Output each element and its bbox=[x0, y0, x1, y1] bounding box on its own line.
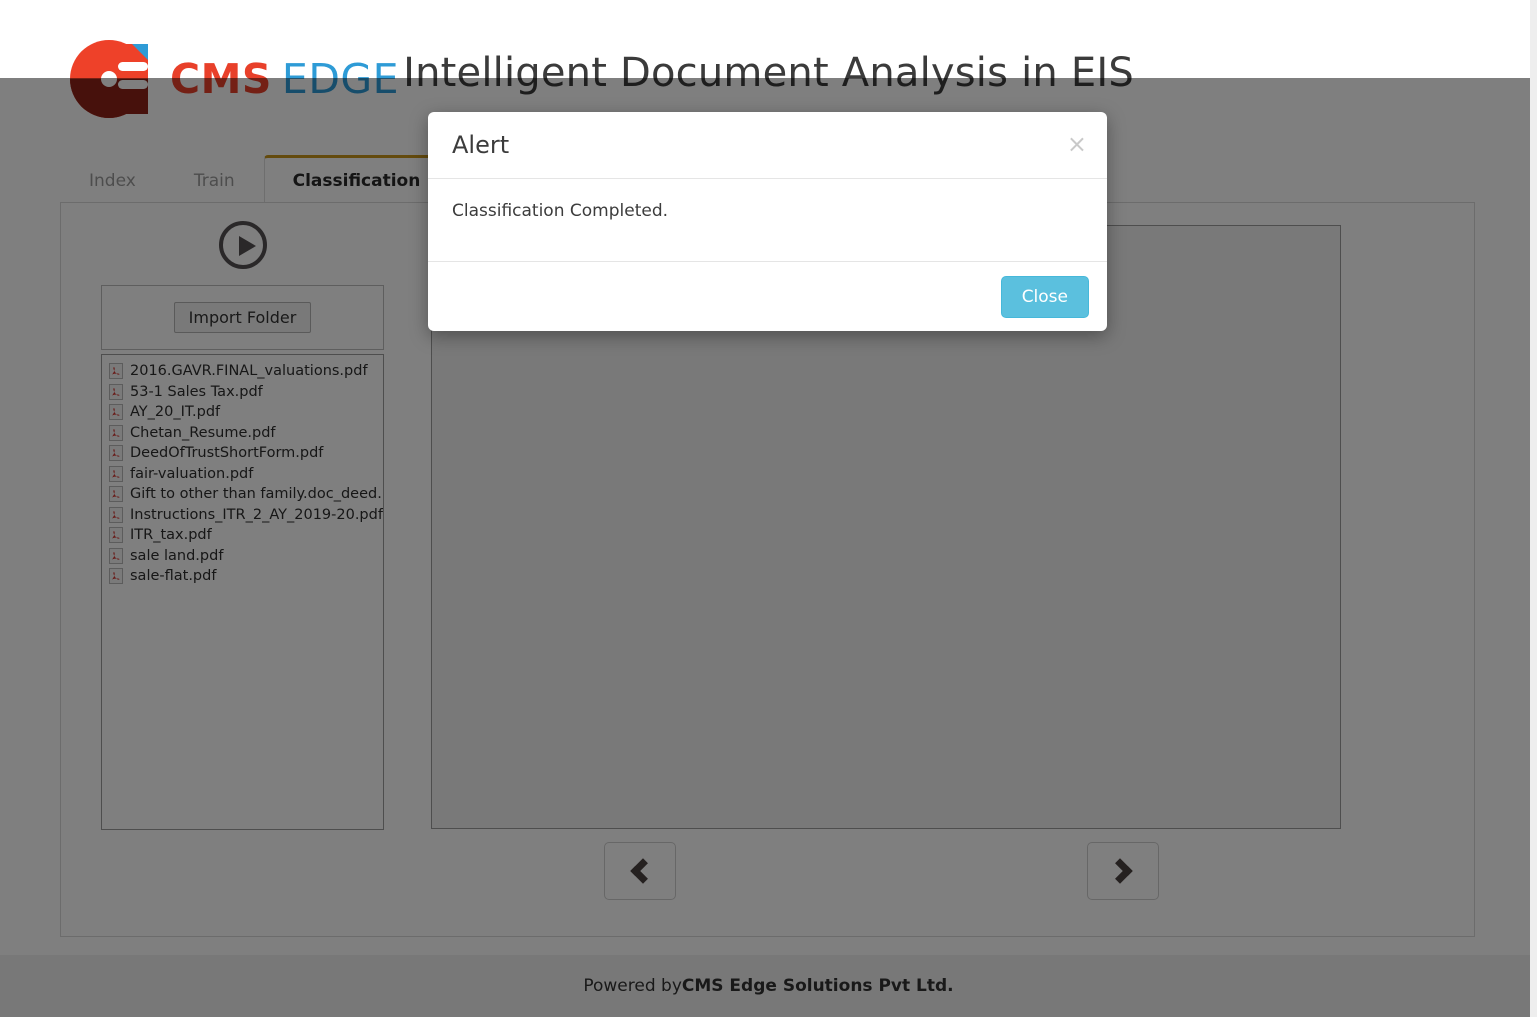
scrollbar-gutter[interactable] bbox=[1530, 0, 1537, 1017]
alert-modal: Alert × Classification Completed. Close bbox=[428, 112, 1107, 331]
modal-header: Alert × bbox=[428, 112, 1107, 179]
application-window: CMSEDGE Intelligent Document Analysis in… bbox=[0, 0, 1537, 1017]
close-x-icon[interactable]: × bbox=[1067, 132, 1087, 156]
modal-message: Classification Completed. bbox=[452, 201, 669, 221]
modal-title: Alert bbox=[452, 131, 510, 159]
modal-close-button[interactable]: Close bbox=[1000, 275, 1089, 318]
modal-footer: Close bbox=[428, 261, 1107, 331]
